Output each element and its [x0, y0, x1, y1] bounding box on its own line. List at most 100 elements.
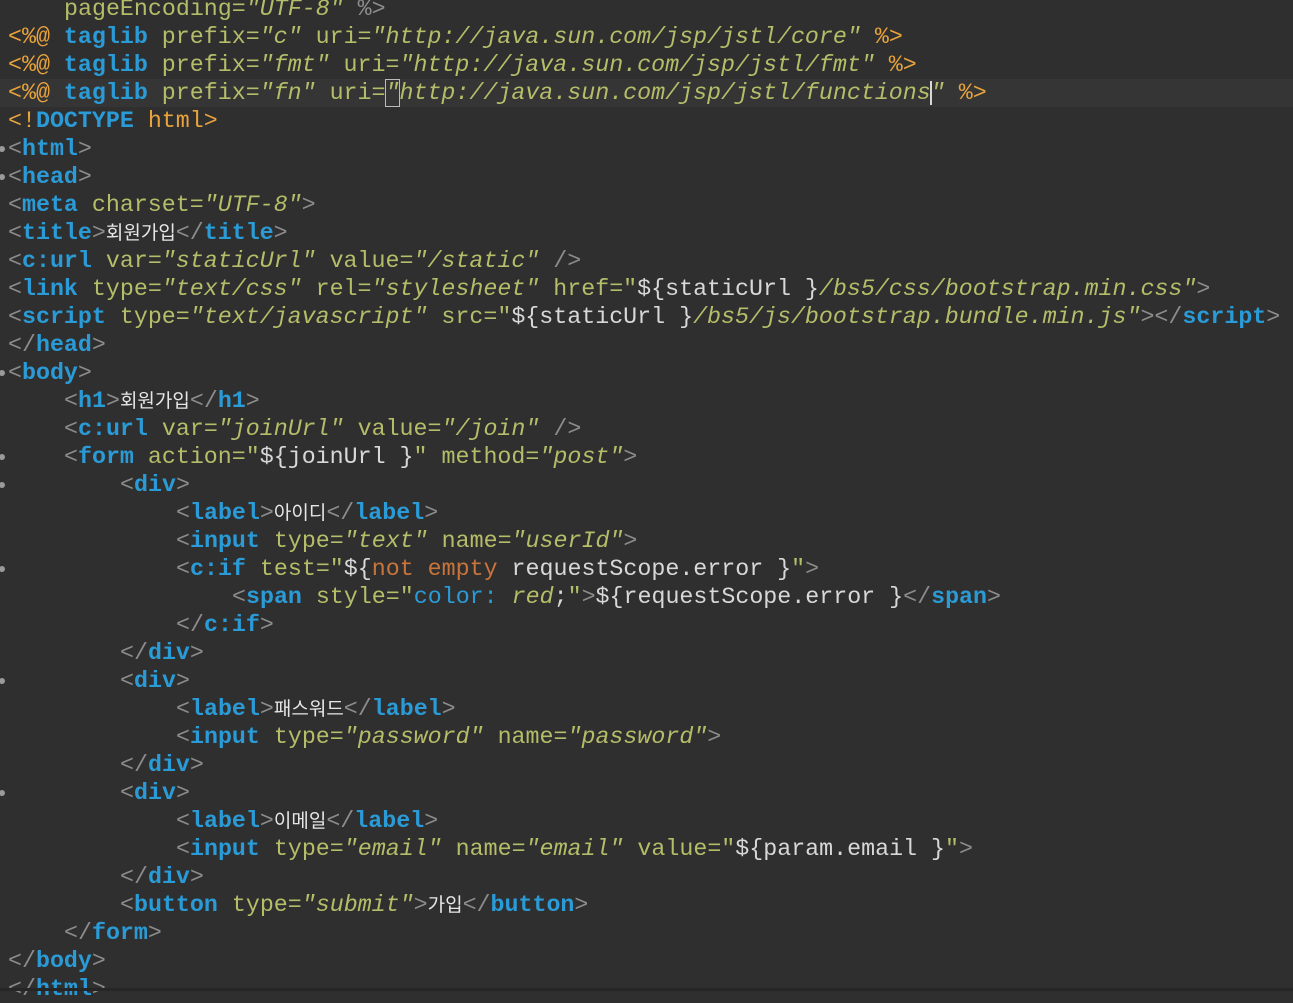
code-line[interactable]: </div>: [0, 863, 1293, 891]
code-token: method: [428, 444, 526, 470]
code-content: <label>이메일</label>: [176, 807, 438, 835]
code-token: body: [22, 360, 78, 386]
code-line[interactable]: <h1>회원가입</h1>: [0, 387, 1293, 415]
code-line[interactable]: <c:url var="joinUrl" value="/join" />: [0, 415, 1293, 443]
code-line[interactable]: <%@ taglib prefix="fmt" uri="http://java…: [0, 51, 1293, 79]
fold-marker-icon[interactable]: [0, 174, 5, 180]
code-token: =: [246, 52, 260, 78]
code-token: "staticUrl": [162, 248, 316, 274]
code-line[interactable]: <form action="${joinUrl }" method="post"…: [0, 443, 1293, 471]
code-line[interactable]: <input type="text" name="userId">: [0, 527, 1293, 555]
code-line[interactable]: </form>: [0, 919, 1293, 947]
code-token: "text/javascript": [190, 304, 428, 330]
code-token: >: [302, 192, 316, 218]
code-line[interactable]: <label>아이디</label>: [0, 499, 1293, 527]
code-token: =: [512, 836, 526, 862]
code-token: ": [623, 276, 637, 302]
code-editor[interactable]: pageEncoding="UTF-8" %><%@ taglib prefix…: [0, 0, 1293, 991]
code-line[interactable]: <div>: [0, 667, 1293, 695]
code-line[interactable]: </div>: [0, 751, 1293, 779]
code-token: >: [959, 836, 973, 862]
code-content: </form>: [64, 919, 162, 947]
code-line[interactable]: </body>: [0, 947, 1293, 975]
code-token: 회원가입: [120, 390, 190, 412]
code-token: button: [134, 892, 218, 918]
code-token: =: [190, 192, 204, 218]
code-line[interactable]: <meta charset="UTF-8">: [0, 191, 1293, 219]
code-line[interactable]: </div>: [0, 639, 1293, 667]
code-token: <: [176, 836, 190, 862]
code-line[interactable]: <%@ taglib prefix="fn" uri="http://java.…: [0, 79, 1293, 107]
fold-marker-icon[interactable]: [0, 146, 5, 152]
code-content: <label>패스워드</label>: [176, 695, 456, 723]
code-token: =: [246, 80, 260, 106]
code-line[interactable]: <html>: [0, 135, 1293, 163]
code-token: %>: [945, 80, 987, 106]
code-line[interactable]: <body>: [0, 359, 1293, 387]
code-token: =: [386, 52, 400, 78]
code-token: "/static": [413, 248, 539, 274]
code-token: <: [120, 892, 134, 918]
code-line[interactable]: <%@ taglib prefix="c" uri="http://java.s…: [0, 23, 1293, 51]
fold-marker-icon[interactable]: [0, 566, 5, 572]
code-token: div: [134, 668, 176, 694]
code-token: var: [148, 416, 204, 442]
code-token: =: [204, 416, 218, 442]
code-line[interactable]: <script type="text/javascript" src="${st…: [0, 303, 1293, 331]
code-line[interactable]: <!DOCTYPE html>: [0, 107, 1293, 135]
code-token: c:if: [190, 556, 246, 582]
code-line[interactable]: <c:if test="${not empty requestScope.err…: [0, 555, 1293, 583]
code-line[interactable]: </head>: [0, 331, 1293, 359]
code-line[interactable]: <title>회원가입</title>: [0, 219, 1293, 247]
code-line[interactable]: <label>패스워드</label>: [0, 695, 1293, 723]
code-content: </div>: [120, 863, 204, 891]
code-line[interactable]: <label>이메일</label>: [0, 807, 1293, 835]
code-token: red: [512, 584, 554, 610]
code-token: type: [218, 892, 288, 918]
code-line[interactable]: <link type="text/css" rel="stylesheet" h…: [0, 275, 1293, 303]
code-line[interactable]: <head>: [0, 163, 1293, 191]
code-line[interactable]: pageEncoding="UTF-8" %>: [0, 0, 1293, 23]
code-content: <input type="email" name="email" value="…: [176, 835, 973, 863]
code-line[interactable]: <input type="email" name="email" value="…: [0, 835, 1293, 863]
code-token: =: [609, 276, 623, 302]
code-line[interactable]: <c:url var="staticUrl" value="/static" /…: [0, 247, 1293, 275]
code-token: c:if: [204, 612, 260, 638]
code-line[interactable]: <span style="color: red;">${requestScope…: [0, 583, 1293, 611]
code-token: >: [707, 724, 721, 750]
code-line[interactable]: <input type="password" name="password">: [0, 723, 1293, 751]
code-token: "password": [344, 724, 484, 750]
code-token: link: [22, 276, 78, 302]
code-line[interactable]: <div>: [0, 779, 1293, 807]
code-token: uri: [302, 24, 358, 50]
code-content: <%@ taglib prefix="fmt" uri="http://java…: [8, 51, 917, 79]
code-token: ": [414, 444, 428, 470]
code-token: >: [190, 752, 204, 778]
code-token: </: [8, 332, 36, 358]
fold-marker-icon[interactable]: [0, 678, 5, 684]
code-token: <: [176, 696, 190, 722]
fold-marker-icon[interactable]: [0, 790, 5, 796]
code-token: </: [326, 500, 354, 526]
code-line[interactable]: <div>: [0, 471, 1293, 499]
code-content: </div>: [120, 751, 204, 779]
code-token: </: [120, 640, 148, 666]
code-token: </: [326, 808, 354, 834]
code-token: "UTF-8": [204, 192, 302, 218]
fold-marker-icon[interactable]: [0, 482, 5, 488]
code-token: =: [707, 836, 721, 862]
fold-marker-icon[interactable]: [0, 454, 5, 460]
code-token: label: [372, 696, 442, 722]
code-token: %>: [861, 24, 903, 50]
code-token: </: [190, 388, 218, 414]
code-token: <%@: [8, 80, 64, 106]
code-token: "fmt": [260, 52, 330, 78]
code-content: <%@ taglib prefix="fn" uri="http://java.…: [8, 79, 987, 107]
code-line[interactable]: </c:if>: [0, 611, 1293, 639]
code-content: <body>: [8, 359, 92, 387]
code-line[interactable]: <button type="submit">가입</button>: [0, 891, 1293, 919]
code-token: ": [568, 584, 582, 610]
fold-marker-icon[interactable]: [0, 370, 5, 376]
code-token: "submit": [302, 892, 414, 918]
code-token: <: [232, 584, 246, 610]
